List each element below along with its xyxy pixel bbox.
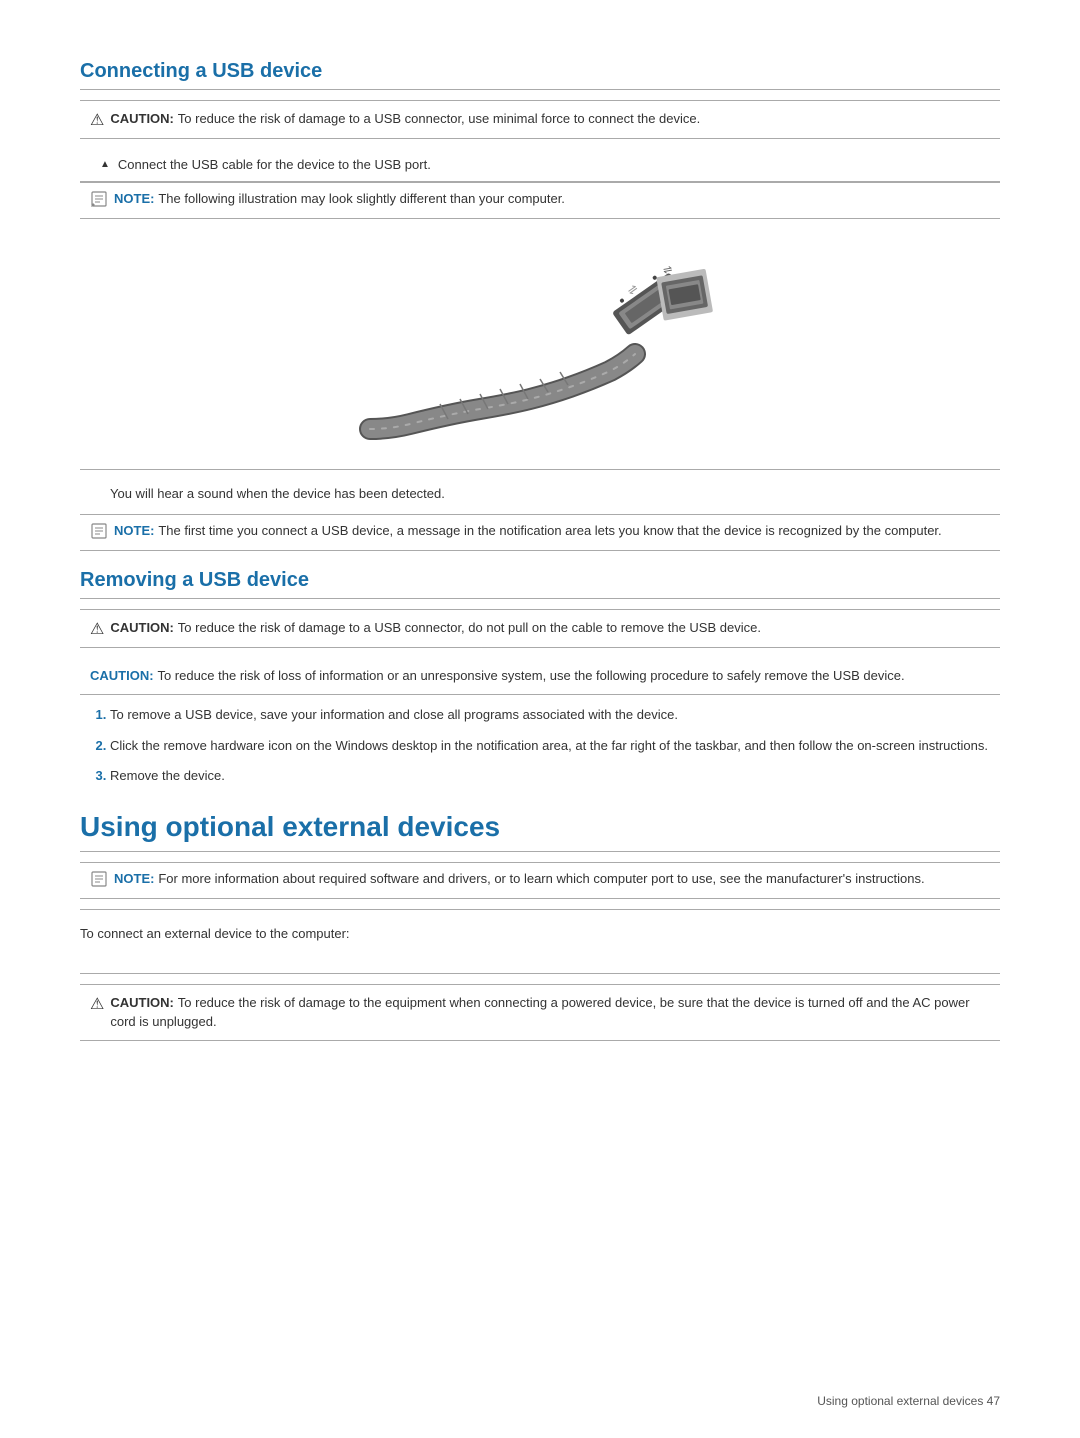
note-label-2: NOTE: xyxy=(114,523,154,538)
note-body-1: The following illustration may look slig… xyxy=(158,191,565,206)
removing-heading: Removing a USB device xyxy=(80,569,1000,592)
usb-illustration: ⇌ ⇌ xyxy=(80,229,1000,469)
connect-bullet-text: Connect the USB cable for the device to … xyxy=(118,155,431,175)
caution-label-3: CAUTION: xyxy=(90,668,154,683)
warning-triangle-icon-3: ⚠ xyxy=(90,994,104,1014)
external-note-label: NOTE: xyxy=(114,871,154,886)
connecting-note-block-2: NOTE: The first time you connect a USB d… xyxy=(80,514,1000,551)
external-note-block: NOTE: For more information about require… xyxy=(80,862,1000,899)
caution-body-1: To reduce the risk of damage to a USB co… xyxy=(178,111,700,126)
caution-body-3: To reduce the risk of loss of informatio… xyxy=(157,668,904,683)
caution-body-4: To reduce the risk of damage to the equi… xyxy=(110,995,969,1030)
removing-steps-list: To remove a USB device, save your inform… xyxy=(80,705,1000,787)
removing-caution-block-1: ⚠ CAUTION: To reduce the risk of damage … xyxy=(80,609,1000,648)
note-body-2: The first time you connect a USB device,… xyxy=(158,523,941,538)
note-pencil-icon-3 xyxy=(90,870,108,892)
step-3: Remove the device. xyxy=(110,766,1000,787)
footer-text: Using optional external devices 47 xyxy=(817,1394,1000,1408)
svg-text:⇌: ⇌ xyxy=(662,263,673,276)
warning-triangle-icon: ⚠ xyxy=(90,110,104,130)
external-section-rule xyxy=(80,973,1000,974)
note-label-1: NOTE: xyxy=(114,191,154,206)
caution-label-1: CAUTION: xyxy=(110,111,174,126)
caution-label-4: CAUTION: xyxy=(110,995,174,1010)
filled-triangle-icon: ▲ xyxy=(100,159,110,170)
page-footer: Using optional external devices 47 xyxy=(817,1394,1000,1408)
removing-heading-rule xyxy=(80,598,1000,599)
external-caution-block: ⚠ CAUTION: To reduce the risk of damage … xyxy=(80,984,1000,1041)
caution-body-2: To reduce the risk of damage to a USB co… xyxy=(178,620,761,635)
sound-para: You will hear a sound when the device ha… xyxy=(80,478,1000,511)
note-pencil-icon xyxy=(90,190,108,212)
connecting-heading: Connecting a USB device xyxy=(80,60,1000,83)
connecting-caution-block: ⚠ CAUTION: To reduce the risk of damage … xyxy=(80,100,1000,139)
connecting-heading-rule xyxy=(80,89,1000,90)
caution-label-2: CAUTION: xyxy=(110,620,174,635)
external-note-body: For more information about required soft… xyxy=(158,871,924,886)
connecting-note-block-1: NOTE: The following illustration may loo… xyxy=(80,182,1000,219)
step-2: Click the remove hardware icon on the Wi… xyxy=(110,736,1000,757)
external-heading-rule xyxy=(80,851,1000,852)
connect-bullet-item: ▲ Connect the USB cable for the device t… xyxy=(80,149,1000,182)
external-heading: Using optional external devices xyxy=(80,811,1000,843)
external-intro-para: To connect an external device to the com… xyxy=(80,918,1000,951)
warning-triangle-icon-2: ⚠ xyxy=(90,619,104,639)
note-pencil-icon-2 xyxy=(90,522,108,544)
step-1: To remove a USB device, save your inform… xyxy=(110,705,1000,726)
